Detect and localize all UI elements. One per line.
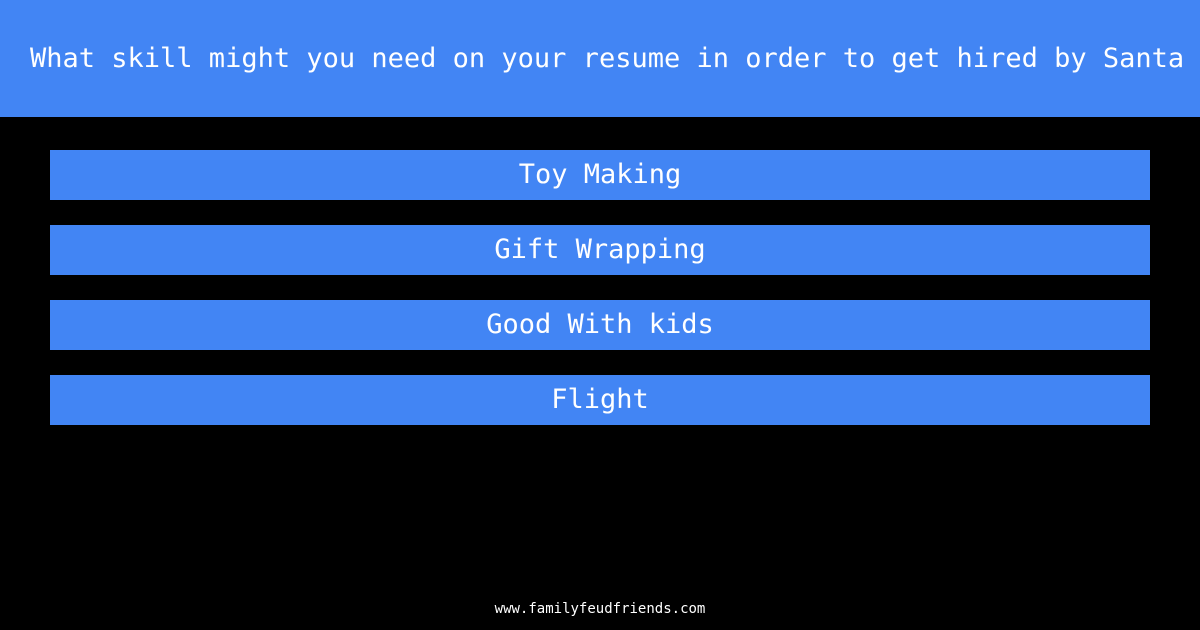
question-banner: What skill might you need on your resume… (0, 0, 1200, 117)
site-url[interactable]: www.familyfeudfriends.com (495, 601, 706, 617)
answer-row-1[interactable]: Toy Making (50, 150, 1150, 200)
answer-label: Good With kids (486, 309, 714, 340)
answers-list: Toy Making Gift Wrapping Good With kids … (50, 150, 1150, 425)
answer-label: Toy Making (518, 159, 682, 190)
family-feud-answer-card: What skill might you need on your resume… (0, 0, 1200, 630)
answer-row-2[interactable]: Gift Wrapping (50, 225, 1150, 275)
question-text: What skill might you need on your resume… (30, 42, 1185, 74)
answer-row-3[interactable]: Good With kids (50, 300, 1150, 350)
answer-label: Flight (551, 384, 649, 415)
answer-label: Gift Wrapping (494, 234, 706, 265)
answer-row-4[interactable]: Flight (50, 375, 1150, 425)
site-footer: www.familyfeudfriends.com (0, 598, 1200, 618)
